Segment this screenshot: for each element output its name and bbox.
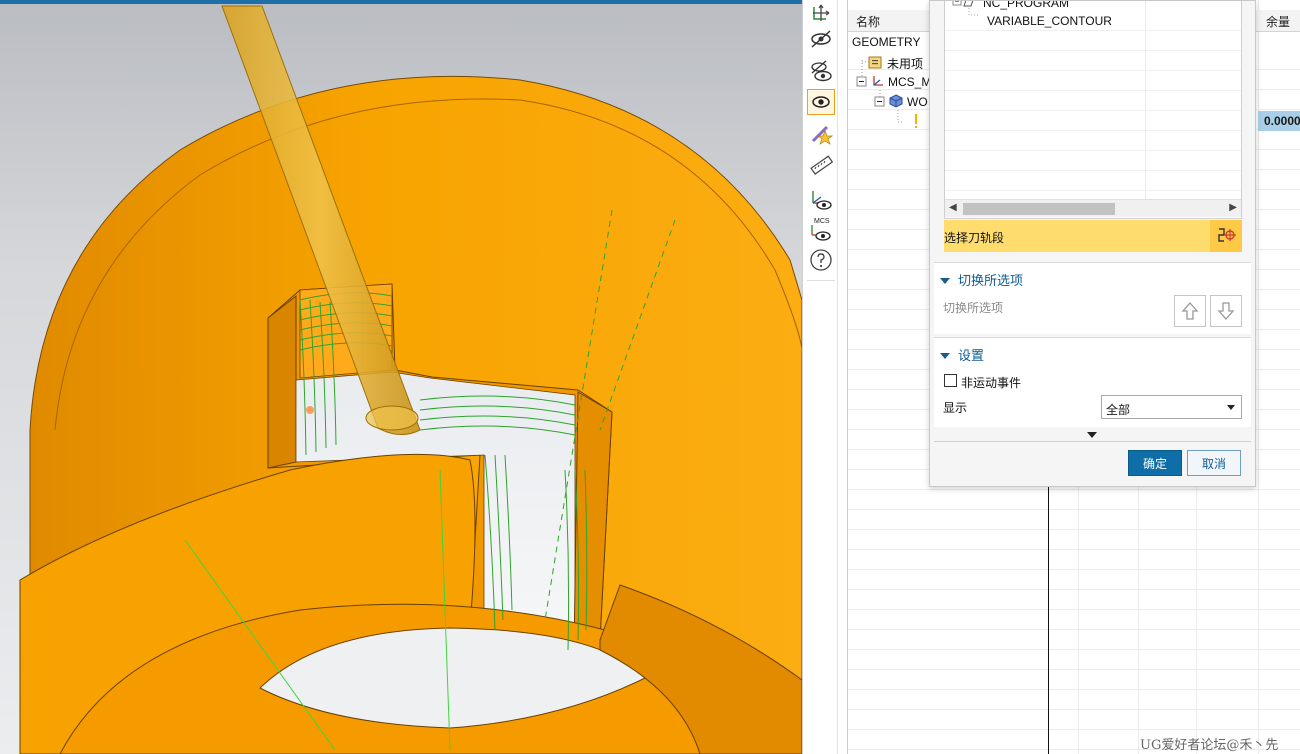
axis-show-icon[interactable] [807,186,835,212]
remain-value-cell[interactable]: 0.0000 [1258,111,1300,131]
collapse-icon [940,352,950,359]
expand-more-icon[interactable] [1087,432,1097,438]
table-row [848,590,1300,610]
dialog-divider [934,441,1251,442]
scroll-left-icon[interactable]: ◀ [949,202,957,213]
table-row [848,670,1300,690]
table-row [848,690,1300,710]
switch-section-label: 切换所选项 [943,301,1004,315]
tree-row [945,51,1241,71]
tool-point-marker [306,406,314,414]
table-row [848,550,1300,570]
display-dropdown[interactable]: 全部 [1101,395,1242,419]
table-row [848,490,1300,510]
view-toolbar: MCS [802,0,838,754]
program-folder-icon [963,1,975,7]
mcs-show-icon[interactable]: MCS [807,216,835,242]
column-header-name[interactable]: 名称 [856,13,880,30]
star-edit-icon[interactable] [807,120,835,146]
move-rotate-icon[interactable] [807,0,835,26]
table-row [848,630,1300,650]
cancel-button[interactable]: 取消 [1187,450,1241,476]
pocket-left-wall [267,294,297,469]
tree-row [945,111,1241,131]
mcs-axis-icon [871,74,885,88]
ruler-icon[interactable] [807,152,835,178]
tree-row [945,151,1241,171]
collapse-icon [940,277,950,284]
table-row [848,530,1300,550]
column-divider [1048,480,1049,754]
show-hide-icon[interactable] [807,58,835,84]
warning-icon [912,113,920,129]
toolbar-separator [807,280,835,281]
tree-row [945,171,1241,191]
chevron-down-icon [1227,405,1235,410]
table-row [848,610,1300,630]
table-row [848,650,1300,670]
select-toolpath-segment[interactable]: 选择刀轨段 [944,220,1242,252]
table-row [848,510,1300,530]
part-model [19,5,802,754]
switch-section-header[interactable]: 切换所选项 [940,270,1023,289]
table-row [848,710,1300,730]
workpiece-icon [889,94,903,108]
hide-icon[interactable] [807,26,835,52]
tree-item-unused[interactable]: 未用项 [887,55,923,72]
display-dropdown-value: 全部 [1106,403,1131,417]
tree-item-variable-contour[interactable]: VARIABLE_CONTOUR [987,14,1112,28]
switch-section-title: 切换所选项 [958,273,1024,288]
forum-watermark: UG爱好者论坛@禾丶先 [1140,738,1279,753]
help-icon[interactable] [807,247,835,273]
app-window: MCS 名称 余量 GEOMETRY 未用项 MCS_M WO 0.0000 N… [0,0,1300,754]
scroll-right-icon[interactable]: ▶ [1229,202,1237,213]
tree-item-nc-program[interactable]: NC_PROGRAM [983,1,1069,10]
settings-section-header[interactable]: 设置 [940,345,984,364]
program-tree[interactable]: NC_PROGRAM VARIABLE_CONTOUR ◀ ▶ [944,1,1242,219]
tree-row [945,71,1241,91]
mcs-icon-label: MCS [814,218,830,225]
table-row [848,570,1300,590]
tree-row [945,91,1241,111]
move-up-button[interactable] [1174,295,1206,327]
tree-row [945,31,1241,51]
settings-section: 设置 非运动事件 显示 全部 [934,337,1251,427]
toolpath-segment-dialog: NC_PROGRAM VARIABLE_CONTOUR ◀ ▶ 选择刀轨段 切换… [929,0,1256,487]
ok-button[interactable]: 确定 [1128,450,1182,476]
unused-folder-icon [868,55,882,69]
tree-row [945,131,1241,151]
display-label: 显示 [943,401,968,415]
tree-item-workpiece[interactable]: WO [907,95,928,109]
settings-title: 设置 [958,348,985,363]
non-motion-checkbox[interactable] [944,374,957,387]
tree-item-geometry[interactable]: GEOMETRY [852,35,920,49]
tool-tip [365,405,419,431]
non-motion-label: 非运动事件 [961,376,1022,390]
graphics-viewport[interactable] [0,0,802,754]
scrollbar-thumb[interactable] [963,203,1115,215]
horizontal-scrollbar[interactable]: ◀ ▶ [945,199,1241,217]
switch-selection-section: 切换所选项 切换所选项 [934,262,1251,334]
select-toolpath-label: 选择刀轨段 [944,231,1005,245]
segment-select-icon[interactable] [1210,220,1242,252]
move-down-button[interactable] [1210,295,1242,327]
column-header-remain[interactable]: 余量 [1266,13,1290,30]
show-icon[interactable] [807,89,835,115]
tree-item-mcs[interactable]: MCS_M [888,75,931,89]
